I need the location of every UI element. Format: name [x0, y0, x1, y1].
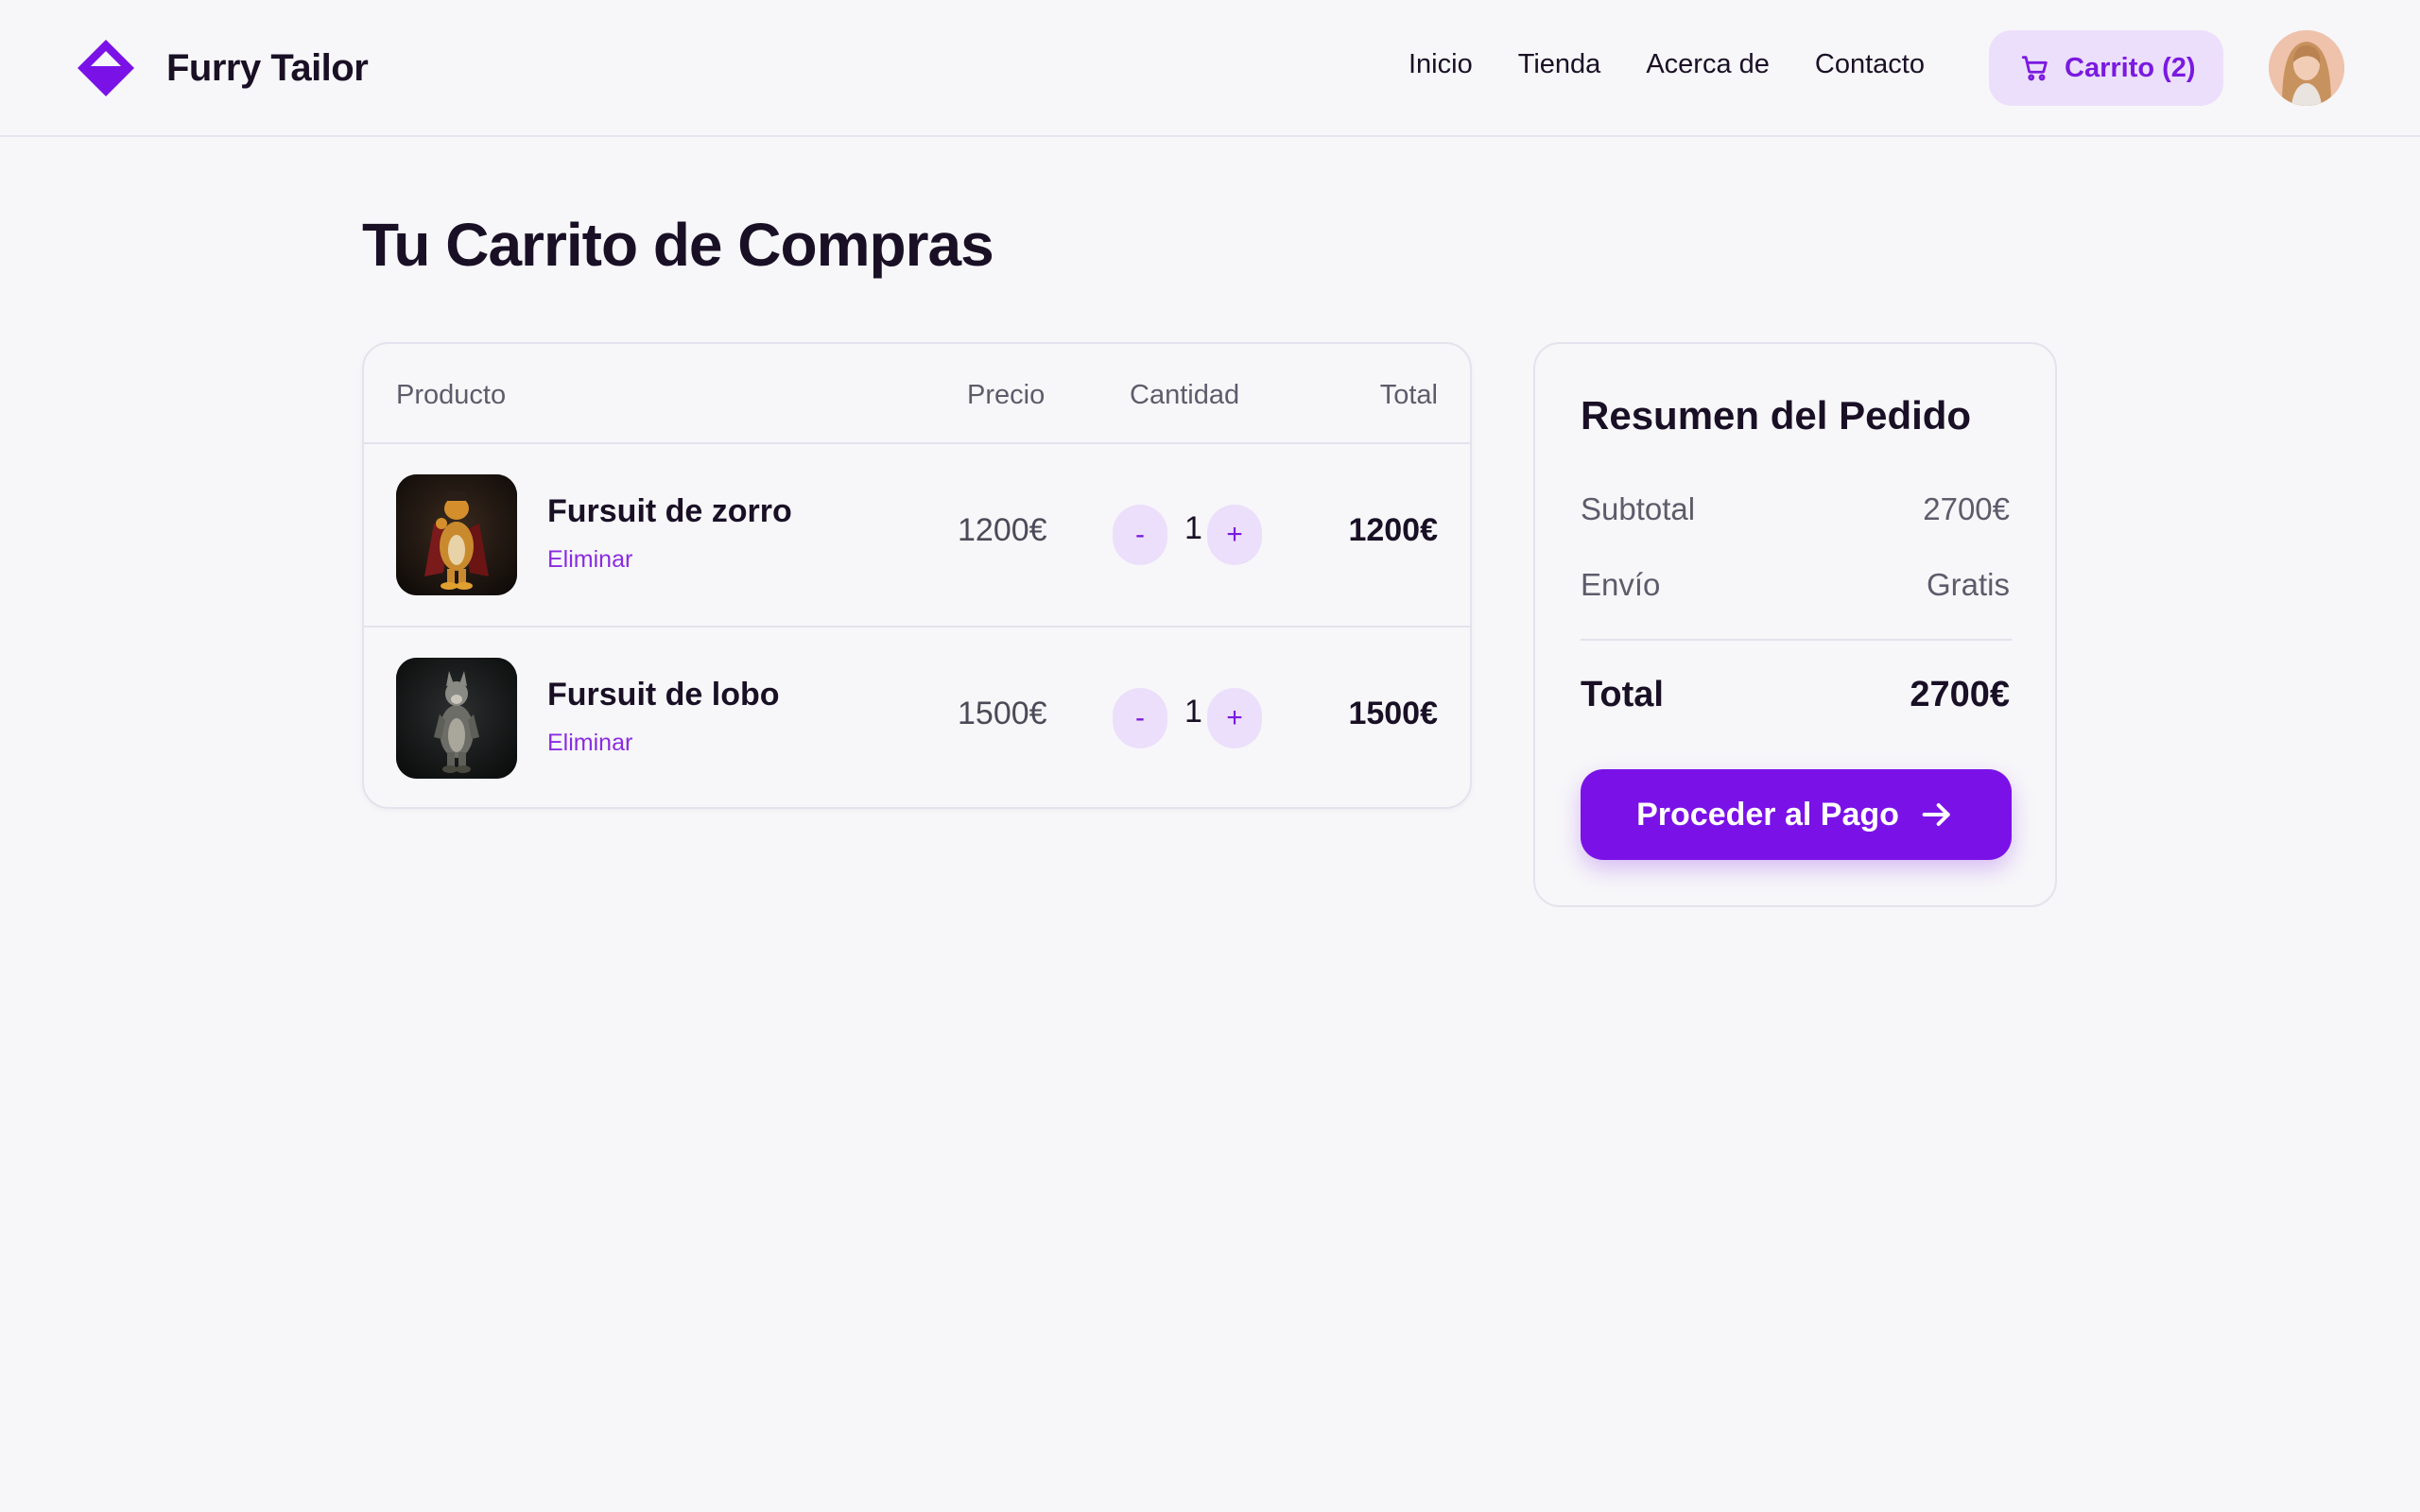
brand-name: Furry Tailor — [166, 46, 369, 89]
page-title: Tu Carrito de Compras — [362, 211, 994, 279]
arrow-right-icon — [1922, 803, 1950, 826]
cart-label: Carrito (2) — [2065, 52, 2196, 83]
user-avatar[interactable] — [2269, 30, 2344, 106]
nav-link-inicio[interactable]: Inicio — [1409, 49, 1473, 80]
table-header: Producto Precio Cantidad Total — [364, 344, 1470, 444]
shipping-label: Envío — [1581, 567, 1661, 602]
checkout-label: Proceder al Pago — [1636, 796, 1899, 833]
avatar-image — [2269, 30, 2344, 106]
column-header-product: Producto — [396, 380, 507, 410]
remove-link[interactable]: Eliminar — [547, 730, 632, 757]
decrease-quantity-button[interactable]: - — [1113, 505, 1167, 565]
product-name[interactable]: Fursuit de lobo — [547, 677, 780, 713]
brand[interactable]: Furry Tailor — [76, 38, 369, 98]
product-price: 1200€ — [958, 512, 1047, 548]
decrease-quantity-button[interactable]: - — [1113, 688, 1167, 748]
product-thumbnail[interactable] — [396, 474, 517, 595]
checkout-button[interactable]: Proceder al Pago — [1581, 769, 2012, 860]
product-name[interactable]: Fursuit de zorro — [547, 493, 792, 530]
cart-row: Fursuit de zorro Eliminar 1200€ - 1 + 12… — [364, 444, 1470, 627]
increase-quantity-button[interactable]: + — [1207, 688, 1262, 748]
subtotal-value: 2700€ — [1923, 491, 2010, 526]
column-header-quantity: Cantidad — [1130, 380, 1240, 410]
summary-title: Resumen del Pedido — [1581, 393, 1972, 438]
cart-row: Fursuit de lobo Eliminar 1500€ - 1 + 150… — [364, 627, 1470, 811]
fox-fursuit-image — [396, 474, 517, 595]
subtotal-label: Subtotal — [1581, 491, 1696, 526]
nav-link-acerca[interactable]: Acerca de — [1646, 49, 1770, 80]
line-total: 1500€ — [1348, 696, 1438, 731]
diamond-logo-icon — [78, 40, 134, 96]
remove-link[interactable]: Eliminar — [547, 546, 632, 574]
cart-table: Producto Precio Cantidad Total Fursuit d… — [362, 342, 1472, 809]
shipping-value: Gratis — [1926, 567, 2010, 602]
line-total: 1200€ — [1348, 512, 1438, 548]
total-label: Total — [1581, 675, 1664, 714]
column-header-price: Precio — [967, 380, 1046, 410]
column-header-total: Total — [1379, 380, 1438, 410]
product-price: 1500€ — [958, 696, 1047, 731]
total-value: 2700€ — [1910, 675, 2010, 714]
summary-divider — [1581, 639, 2012, 641]
wolf-fursuit-image — [396, 658, 517, 779]
order-summary: Resumen del Pedido Subtotal 2700€ Envío … — [1533, 342, 2057, 907]
quantity-value: 1 — [1184, 694, 1202, 730]
increase-quantity-button[interactable]: + — [1207, 505, 1262, 565]
nav-link-tienda[interactable]: Tienda — [1518, 49, 1601, 80]
main-nav: Inicio Tienda Acerca de Contacto — [1409, 49, 1970, 80]
cart-button[interactable]: Carrito (2) — [1989, 30, 2223, 106]
product-thumbnail[interactable] — [396, 658, 517, 779]
nav-link-contacto[interactable]: Contacto — [1815, 49, 1925, 80]
shopping-cart-icon — [2021, 56, 2048, 81]
header: Furry Tailor Inicio Tienda Acerca de Con… — [0, 0, 2420, 137]
quantity-value: 1 — [1184, 510, 1202, 546]
